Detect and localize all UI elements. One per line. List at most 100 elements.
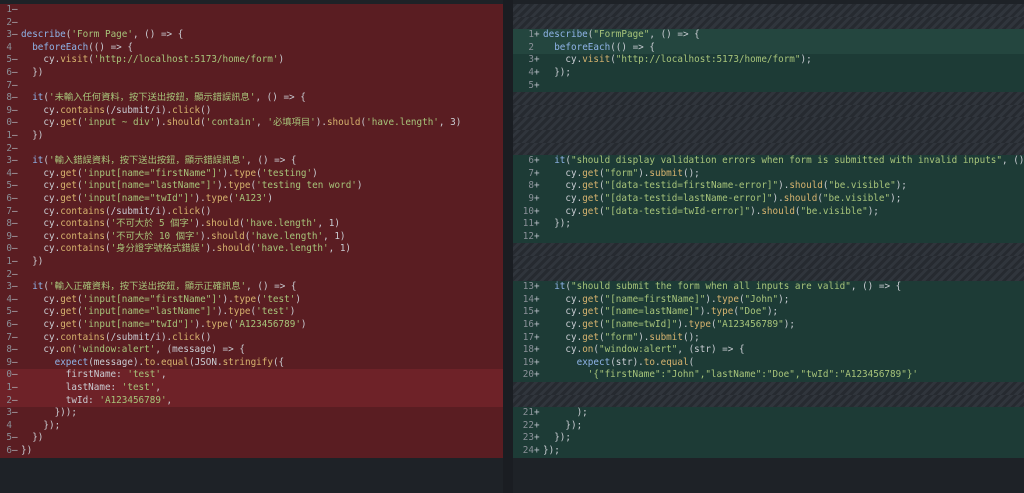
right-line[interactable]: 22+ }); (513, 419, 1024, 433)
left-line[interactable]: 8— cy.contains('不可大於 5 個字').should('have… (0, 218, 503, 231)
right-line[interactable]: 6+ it("should display validation errors … (513, 155, 1024, 168)
left-line[interactable]: 5— }) (0, 432, 503, 445)
right-line[interactable] (513, 256, 1024, 269)
right-line[interactable] (513, 268, 1024, 282)
line-number: 6 (6, 445, 12, 456)
left-line[interactable]: 5— cy.get('input[name="lastName"]').type… (0, 306, 503, 319)
right-line[interactable]: 15+ cy.get("[name=lastName]").type("Doe"… (513, 306, 1024, 319)
right-line[interactable]: 1+ describe("FormPage", () => { (513, 29, 1024, 42)
line-number: 7 (528, 167, 534, 179)
diff-sign: — (12, 67, 18, 78)
code-text: it('輸入錯誤資料，按下送出按鈕，顯示錯誤訊息', () => { (32, 155, 297, 167)
line-number: 1 (6, 256, 12, 267)
line-number: 0 (6, 117, 12, 129)
left-line[interactable]: 4 }); (0, 419, 503, 433)
left-line[interactable]: 3— describe('Form Page', () => { (0, 29, 503, 42)
left-line[interactable]: 0— firstName: 'test', (0, 369, 503, 382)
right-line[interactable]: 18+ cy.on("window:alert", (str) => { (513, 344, 1024, 357)
left-line[interactable]: 3— it('輸入正確資料，按下送出按鈕，顯示正確訊息', () => { (0, 281, 503, 294)
right-line[interactable]: 8+ cy.get("[data-testid=firstName-error]… (513, 180, 1024, 193)
code-text: cy.visit('http://localhost:5173/home/for… (21, 54, 285, 66)
right-line[interactable]: 24+}); (513, 445, 1024, 458)
line-number: 19 (522, 356, 534, 368)
right-line[interactable] (513, 243, 1024, 256)
right-line[interactable] (513, 394, 1024, 408)
left-line[interactable]: 6— }) (0, 67, 503, 80)
left-line[interactable]: 1— }) (0, 256, 503, 269)
left-line[interactable]: 9— expect(message).to.equal(JSON.stringi… (0, 356, 503, 370)
right-line[interactable]: 3+ cy.visit("http://localhost:5173/home/… (513, 54, 1024, 67)
code-text: })); (21, 407, 77, 419)
code-text: }); (543, 218, 571, 230)
left-line[interactable]: 2— (0, 16, 503, 30)
right-line[interactable] (513, 16, 1024, 30)
left-line[interactable]: 4— cy.get('input[name="firstName"]').typ… (0, 293, 503, 307)
right-line[interactable] (513, 92, 1024, 105)
left-line[interactable]: 5— cy.visit('http://localhost:5173/home/… (0, 54, 503, 67)
code-text: cy.get('input[name="firstName"]').type('… (21, 293, 301, 305)
right-line[interactable]: 2 beforeEach(() => { (513, 41, 1024, 55)
left-line[interactable]: 0— cy.contains('身分證字號格式錯誤').should('have… (0, 243, 503, 256)
left-line[interactable]: 6— cy.get('input[name="twId"]').type('A1… (0, 193, 503, 206)
line-number: 10 (522, 205, 534, 217)
line-number: 1 (528, 29, 534, 41)
diff-sign: + (534, 205, 540, 217)
right-line[interactable]: 14+ cy.get("[name=firstName]").type("Joh… (513, 293, 1024, 307)
left-line[interactable]: 2— (0, 268, 503, 282)
right-line[interactable]: 4+ }); (513, 67, 1024, 80)
left-line[interactable]: 6—}) (0, 445, 503, 458)
left-line[interactable]: 6— cy.get('input[name="twId"]').type('A1… (0, 319, 503, 332)
line-number: 5 (6, 54, 12, 66)
right-line[interactable] (513, 117, 1024, 130)
left-line[interactable]: 1— (0, 4, 503, 17)
right-line[interactable]: 23+ }); (513, 432, 1024, 445)
left-line[interactable]: 7— (0, 79, 503, 93)
right-diff-pane[interactable]: 1+ describe("FormPage", () => {2 beforeEa… (513, 0, 1024, 493)
left-diff-pane[interactable]: 1— 2— 3— describe('Form Page', () => {4 bef… (0, 0, 503, 493)
right-line[interactable] (513, 104, 1024, 118)
left-line[interactable]: 1— }) (0, 130, 503, 143)
right-line[interactable]: 13+ it("should submit the form when all … (513, 281, 1024, 294)
right-line[interactable] (513, 382, 1024, 395)
left-line[interactable]: 2— (0, 142, 503, 156)
diff-sign: + (534, 155, 540, 167)
left-line[interactable]: 4 beforeEach(() => { (0, 41, 503, 55)
left-line[interactable]: 8— cy.on('window:alert', (message) => { (0, 344, 503, 357)
left-line[interactable]: 5— cy.get('input[name="lastName"]').type… (0, 180, 503, 193)
left-line[interactable]: 4— cy.get('input[name="firstName"]').typ… (0, 167, 503, 181)
left-line[interactable]: 0— cy.get('input ~ div').should('contain… (0, 117, 503, 130)
left-line[interactable]: 8— it('未輸入任何資料，按下送出按鈕，顯示錯誤訊息', () => { (0, 92, 503, 105)
pane-divider[interactable] (503, 0, 513, 493)
left-line[interactable]: 7— cy.contains(/submit/i).click() (0, 331, 503, 345)
line-number: 8 (528, 180, 534, 192)
line-number: 6 (6, 193, 12, 204)
right-line[interactable]: 19+ expect(str).to.equal( (513, 356, 1024, 370)
right-line[interactable]: 9+ cy.get("[data-testid=lastName-error]"… (513, 193, 1024, 206)
right-line[interactable]: 11+ }); (513, 218, 1024, 231)
right-line[interactable]: 10+ cy.get("[data-testid=twId-error]").s… (513, 205, 1024, 219)
right-line[interactable]: 21+ ); (513, 407, 1024, 420)
line-number: 12 (522, 230, 534, 242)
right-line[interactable]: 20+ '{"firstName":"John","lastName":"Doe… (513, 369, 1024, 382)
right-line[interactable] (513, 4, 1024, 17)
right-line[interactable]: 16+ cy.get("[name=twId]").type("A1234567… (513, 319, 1024, 332)
code-text: }) (21, 67, 44, 78)
left-line[interactable]: 9— cy.contains(/submit/i).click() (0, 104, 503, 118)
left-line[interactable]: 9— cy.contains('不可大於 10 個字').should('hav… (0, 230, 503, 244)
right-line[interactable] (513, 142, 1024, 156)
diff-sign: + (534, 306, 540, 318)
left-line[interactable]: 1— lastName: 'test', (0, 382, 503, 395)
right-line[interactable]: 17+ cy.get("form").submit(); (513, 331, 1024, 345)
left-line[interactable]: 2— twId: 'A123456789', (0, 394, 503, 408)
left-line[interactable]: 3— it('輸入錯誤資料，按下送出按鈕，顯示錯誤訊息', () => { (0, 155, 503, 168)
line-number: 2 (528, 41, 534, 53)
right-line[interactable] (513, 130, 1024, 143)
right-line[interactable]: 12+ (513, 230, 1024, 244)
right-line[interactable]: 7+ cy.get("form").submit(); (513, 167, 1024, 181)
diff-sign: — (12, 243, 18, 255)
left-line[interactable]: 7— cy.contains(/submit/i).click() (0, 205, 503, 219)
diff-sign: — (12, 205, 18, 217)
left-line[interactable]: 3— })); (0, 407, 503, 420)
right-line[interactable]: 5+ (513, 79, 1024, 93)
line-number: 2 (6, 142, 12, 154)
